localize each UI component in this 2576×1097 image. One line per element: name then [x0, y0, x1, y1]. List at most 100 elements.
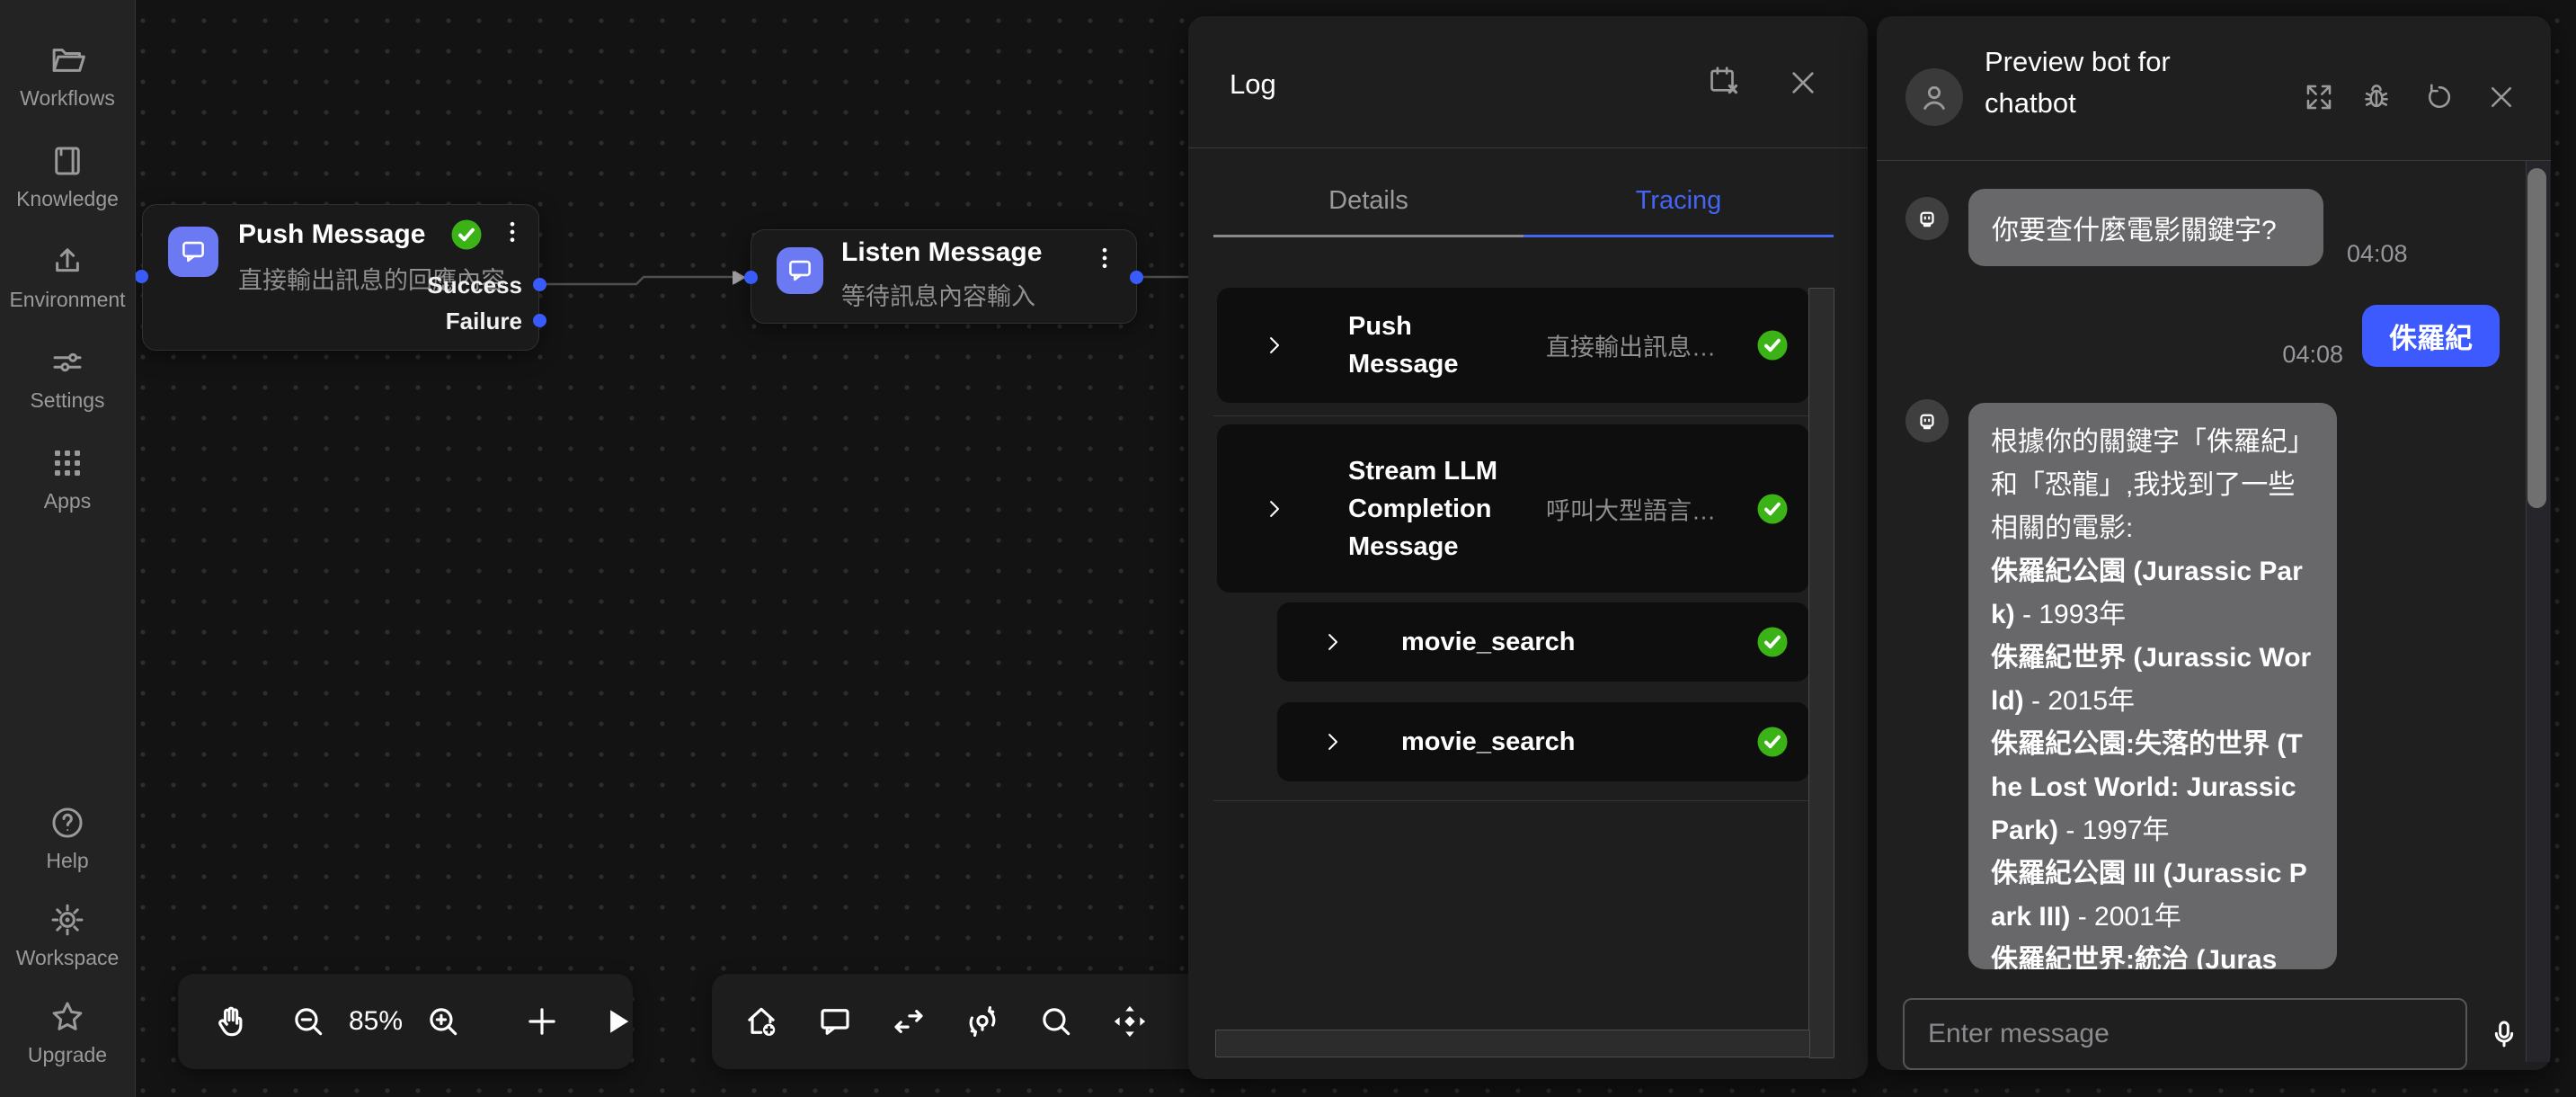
sidebar-item-label: Help — [46, 849, 88, 872]
preview-title: Preview bot for chatbot — [1985, 41, 2263, 124]
sidebar-item-upgrade[interactable]: Upgrade — [28, 998, 107, 1066]
output-port[interactable] — [1130, 271, 1143, 284]
log-tabs: Details Tracing — [1213, 167, 1834, 237]
preview-bot-panel: Preview bot for chatbot 你要查什麼電影關鍵字? 04:0… — [1877, 16, 2551, 1070]
trace-row-movie-search[interactable]: movie_search — [1277, 702, 1809, 781]
output-port-success[interactable] — [533, 278, 546, 291]
sidebar: Workflows Knowledge Environment Settings… — [0, 0, 136, 1097]
book-icon — [49, 142, 86, 180]
sidebar-item-label: Workspace — [16, 946, 120, 969]
sidebar-item-workspace[interactable]: Workspace — [16, 901, 120, 969]
tab-details[interactable]: Details — [1213, 167, 1523, 237]
trace-row-name: Push Message — [1348, 308, 1523, 383]
calendar-clear-icon[interactable] — [1707, 64, 1741, 98]
trace-row-name: movie_search — [1401, 723, 1653, 761]
message-timestamp: 04:08 — [2347, 240, 2408, 268]
bot-avatar-icon — [1905, 399, 1949, 442]
sidebar-item-apps[interactable]: Apps — [44, 444, 91, 513]
gear-icon — [49, 901, 86, 939]
output-port-failure[interactable] — [533, 314, 546, 327]
message-bubble-icon — [168, 227, 218, 277]
pan-hand-icon[interactable] — [212, 1003, 250, 1040]
close-icon[interactable] — [2485, 81, 2518, 113]
success-check-icon — [1756, 726, 1789, 758]
message-bubble-icon — [777, 247, 823, 294]
edge-arrowhead — [733, 271, 742, 285]
help-circle-icon — [49, 804, 86, 842]
zoom-out-icon[interactable] — [289, 1003, 327, 1040]
output-label-success: Success — [427, 272, 522, 299]
node-title: Push Message — [238, 219, 425, 250]
chevron-right-icon[interactable] — [1262, 334, 1286, 358]
bug-icon[interactable] — [2360, 81, 2393, 113]
trace-row-movie-search[interactable]: movie_search — [1277, 602, 1809, 682]
preview-header: Preview bot for chatbot — [1877, 16, 2551, 161]
success-check-icon — [450, 219, 483, 251]
node-menu-icon[interactable] — [1091, 245, 1118, 277]
scrollbar-thumb[interactable] — [2527, 168, 2546, 508]
home-add-icon[interactable] — [742, 1003, 780, 1040]
microphone-icon[interactable] — [2486, 1016, 2522, 1052]
chat-icon[interactable] — [816, 1003, 854, 1040]
divider — [1188, 147, 1868, 148]
message-timestamp: 04:08 — [2282, 341, 2343, 369]
bot-message-bubble: 根據你的關鍵字「侏羅紀」和「恐龍」,我找到了一些相關的電影: 侏羅紀公園 (Ju… — [1968, 403, 2337, 969]
close-icon[interactable] — [1786, 66, 1820, 100]
add-node-icon[interactable] — [523, 1003, 561, 1040]
avatar — [1905, 68, 1963, 126]
sidebar-item-settings[interactable]: Settings — [30, 343, 104, 412]
input-port[interactable] — [744, 271, 758, 284]
chevron-right-icon[interactable] — [1320, 630, 1345, 655]
trace-row-push-message[interactable]: Push Message 直接輸出訊息… — [1217, 288, 1809, 403]
app: Workflows Knowledge Environment Settings… — [0, 0, 2576, 1097]
vertical-scrollbar[interactable] — [1808, 288, 1834, 1058]
sidebar-item-environment[interactable]: Environment — [9, 243, 125, 311]
sidebar-bottom-group: Help Workspace Upgrade — [0, 804, 135, 1066]
refresh-icon[interactable] — [2423, 81, 2456, 113]
expand-icon[interactable] — [2303, 81, 2335, 113]
canvas-tools-toolbar — [712, 974, 1242, 1069]
search-icon[interactable] — [1037, 1003, 1075, 1040]
bot-message-bubble: 你要查什麼電影關鍵字? — [1968, 189, 2323, 266]
divider — [1213, 415, 1834, 416]
folder-icon — [49, 41, 86, 79]
chevron-right-icon[interactable] — [1262, 496, 1286, 521]
horizontal-scrollbar[interactable] — [1215, 1030, 1810, 1057]
node-push-message[interactable]: Push Message 直接輸出訊息的回應內容 Success Failure — [142, 204, 539, 351]
sidebar-item-help[interactable]: Help — [46, 804, 88, 872]
trace-row-name: movie_search — [1401, 623, 1653, 661]
sidebar-item-label: Upgrade — [28, 1043, 107, 1066]
zoom-in-icon[interactable] — [424, 1003, 462, 1040]
canvas-zoom-toolbar: 85% — [178, 974, 633, 1069]
log-panel: Log Details Tracing Push Message 直接輸出訊息… — [1188, 16, 1868, 1079]
sidebar-item-label: Settings — [30, 388, 104, 412]
sidebar-item-knowledge[interactable]: Knowledge — [16, 142, 119, 210]
grid-icon — [49, 444, 86, 482]
trace-row-desc: 呼叫大型語言… — [1546, 491, 1716, 526]
success-check-icon — [1756, 329, 1789, 361]
trace-row-desc: 直接輸出訊息… — [1546, 328, 1716, 363]
idea-refresh-icon[interactable] — [964, 1003, 1001, 1040]
node-title: Listen Message — [841, 237, 1042, 268]
star-icon — [49, 998, 86, 1036]
upload-icon — [49, 243, 86, 281]
sidebar-item-label: Workflows — [20, 86, 115, 110]
bot-avatar-icon — [1905, 197, 1949, 240]
node-subtitle: 等待訊息內容輸入 — [841, 277, 1035, 312]
log-panel-title: Log — [1230, 68, 1276, 101]
tab-tracing[interactable]: Tracing — [1523, 167, 1834, 237]
swap-arrows-icon[interactable] — [890, 1003, 928, 1040]
zoom-level: 85% — [349, 1006, 403, 1037]
message-input[interactable] — [1903, 998, 2467, 1070]
sidebar-item-workflows[interactable]: Workflows — [20, 41, 115, 110]
fit-view-icon[interactable] — [1111, 1003, 1149, 1040]
node-listen-message[interactable]: Listen Message 等待訊息內容輸入 — [751, 229, 1137, 324]
chevron-right-icon[interactable] — [1320, 730, 1345, 754]
sidebar-item-label: Knowledge — [16, 187, 119, 210]
run-workflow-icon[interactable] — [599, 1003, 636, 1040]
sidebar-item-label: Environment — [9, 288, 125, 311]
node-menu-icon[interactable] — [499, 219, 526, 251]
trace-row-stream-llm[interactable]: Stream LLM Completion Message 呼叫大型語言… — [1217, 424, 1809, 593]
input-port[interactable] — [135, 270, 148, 283]
sidebar-top-group: Workflows Knowledge Environment Settings… — [0, 41, 135, 513]
